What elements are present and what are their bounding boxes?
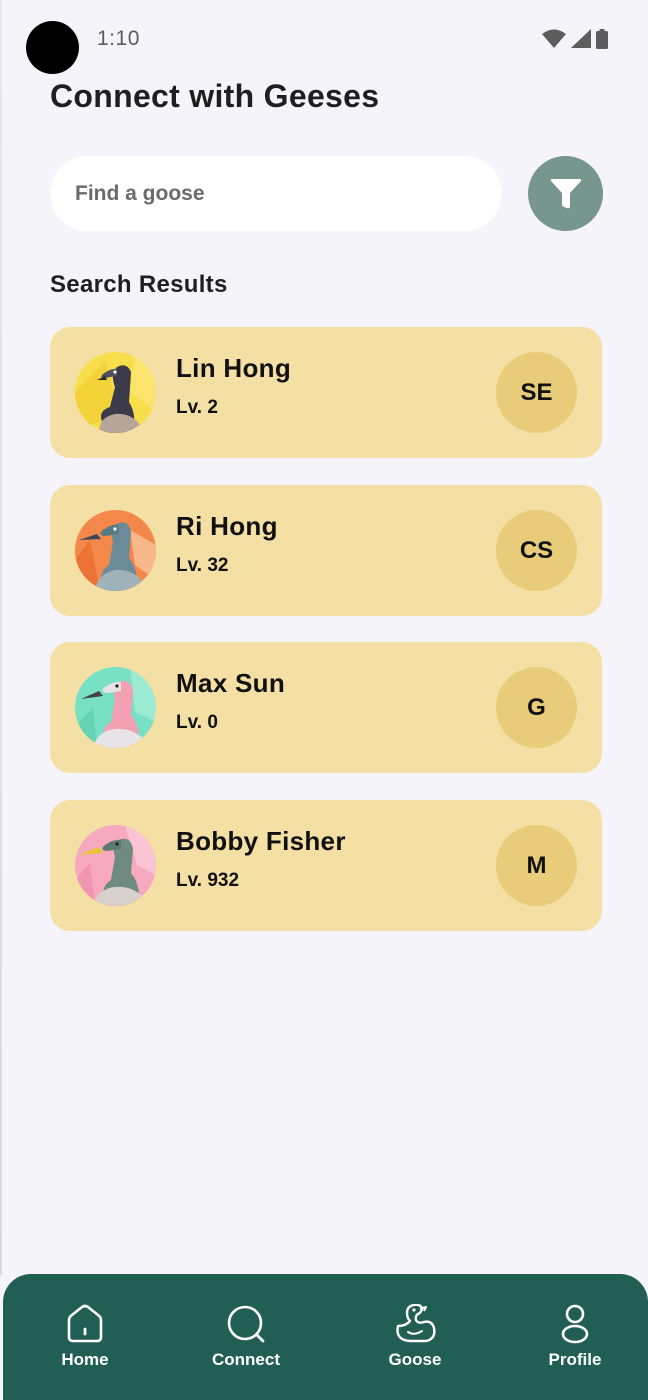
user-name: Max Sun [176, 668, 286, 698]
nav-item-goose[interactable]: Goose [360, 1304, 470, 1370]
role-badge: M [496, 825, 577, 906]
user-name: Ri Hong [176, 511, 278, 541]
nav-item-home[interactable]: Home [30, 1304, 140, 1370]
goose-avatar-icon [75, 510, 156, 591]
nav-label: Goose [388, 1350, 442, 1369]
divider [0, 0, 2, 1275]
search-box[interactable] [50, 156, 502, 231]
avatar [75, 510, 156, 591]
nav-label: Profile [548, 1350, 602, 1369]
nav-item-connect[interactable]: Connect [191, 1304, 301, 1370]
profile-icon [561, 1304, 589, 1344]
role-badge: CS [496, 510, 577, 591]
search-icon [227, 1305, 265, 1343]
status-icons [542, 29, 608, 49]
status-time: 1:10 [97, 27, 140, 50]
nav-label: Home [61, 1350, 109, 1369]
user-level: Lv. 932 [176, 870, 240, 891]
user-name: Lin Hong [176, 353, 292, 383]
filter-icon [550, 178, 581, 208]
goose-icon [396, 1304, 436, 1343]
wifi-icon [542, 29, 566, 48]
section-title: Search Results [50, 271, 228, 298]
user-level: Lv. 32 [176, 555, 229, 576]
user-name: Bobby Fisher [176, 826, 346, 856]
result-card[interactable]: Bobby Fisher Lv. 932 M [50, 800, 602, 931]
user-level: Lv. 2 [176, 397, 218, 418]
battery-icon [596, 29, 608, 49]
avatar [75, 352, 156, 433]
goose-avatar-icon [75, 667, 156, 748]
camera-cutout [26, 21, 79, 74]
role-badge: G [496, 667, 577, 748]
screen: 1:10 Connect with Geeses Search Results [0, 0, 648, 1400]
page-title: Connect with Geeses [50, 78, 380, 114]
goose-avatar-icon [75, 352, 156, 433]
avatar [75, 825, 156, 906]
cell-signal-icon [571, 29, 591, 48]
avatar [75, 667, 156, 748]
user-level: Lv. 0 [176, 712, 218, 733]
nav-label: Connect [212, 1350, 280, 1369]
search-input[interactable] [75, 181, 455, 206]
result-card[interactable]: Ri Hong Lv. 32 CS [50, 485, 602, 616]
filter-button[interactable] [528, 156, 603, 231]
bottom-nav: Home Connect Goose Profile [3, 1274, 648, 1400]
result-card[interactable]: Lin Hong Lv. 2 SE [50, 327, 602, 458]
goose-avatar-icon [75, 825, 156, 906]
result-card[interactable]: Max Sun Lv. 0 G [50, 642, 602, 773]
role-badge: SE [496, 352, 577, 433]
nav-item-profile[interactable]: Profile [520, 1304, 630, 1370]
home-icon [67, 1304, 103, 1343]
